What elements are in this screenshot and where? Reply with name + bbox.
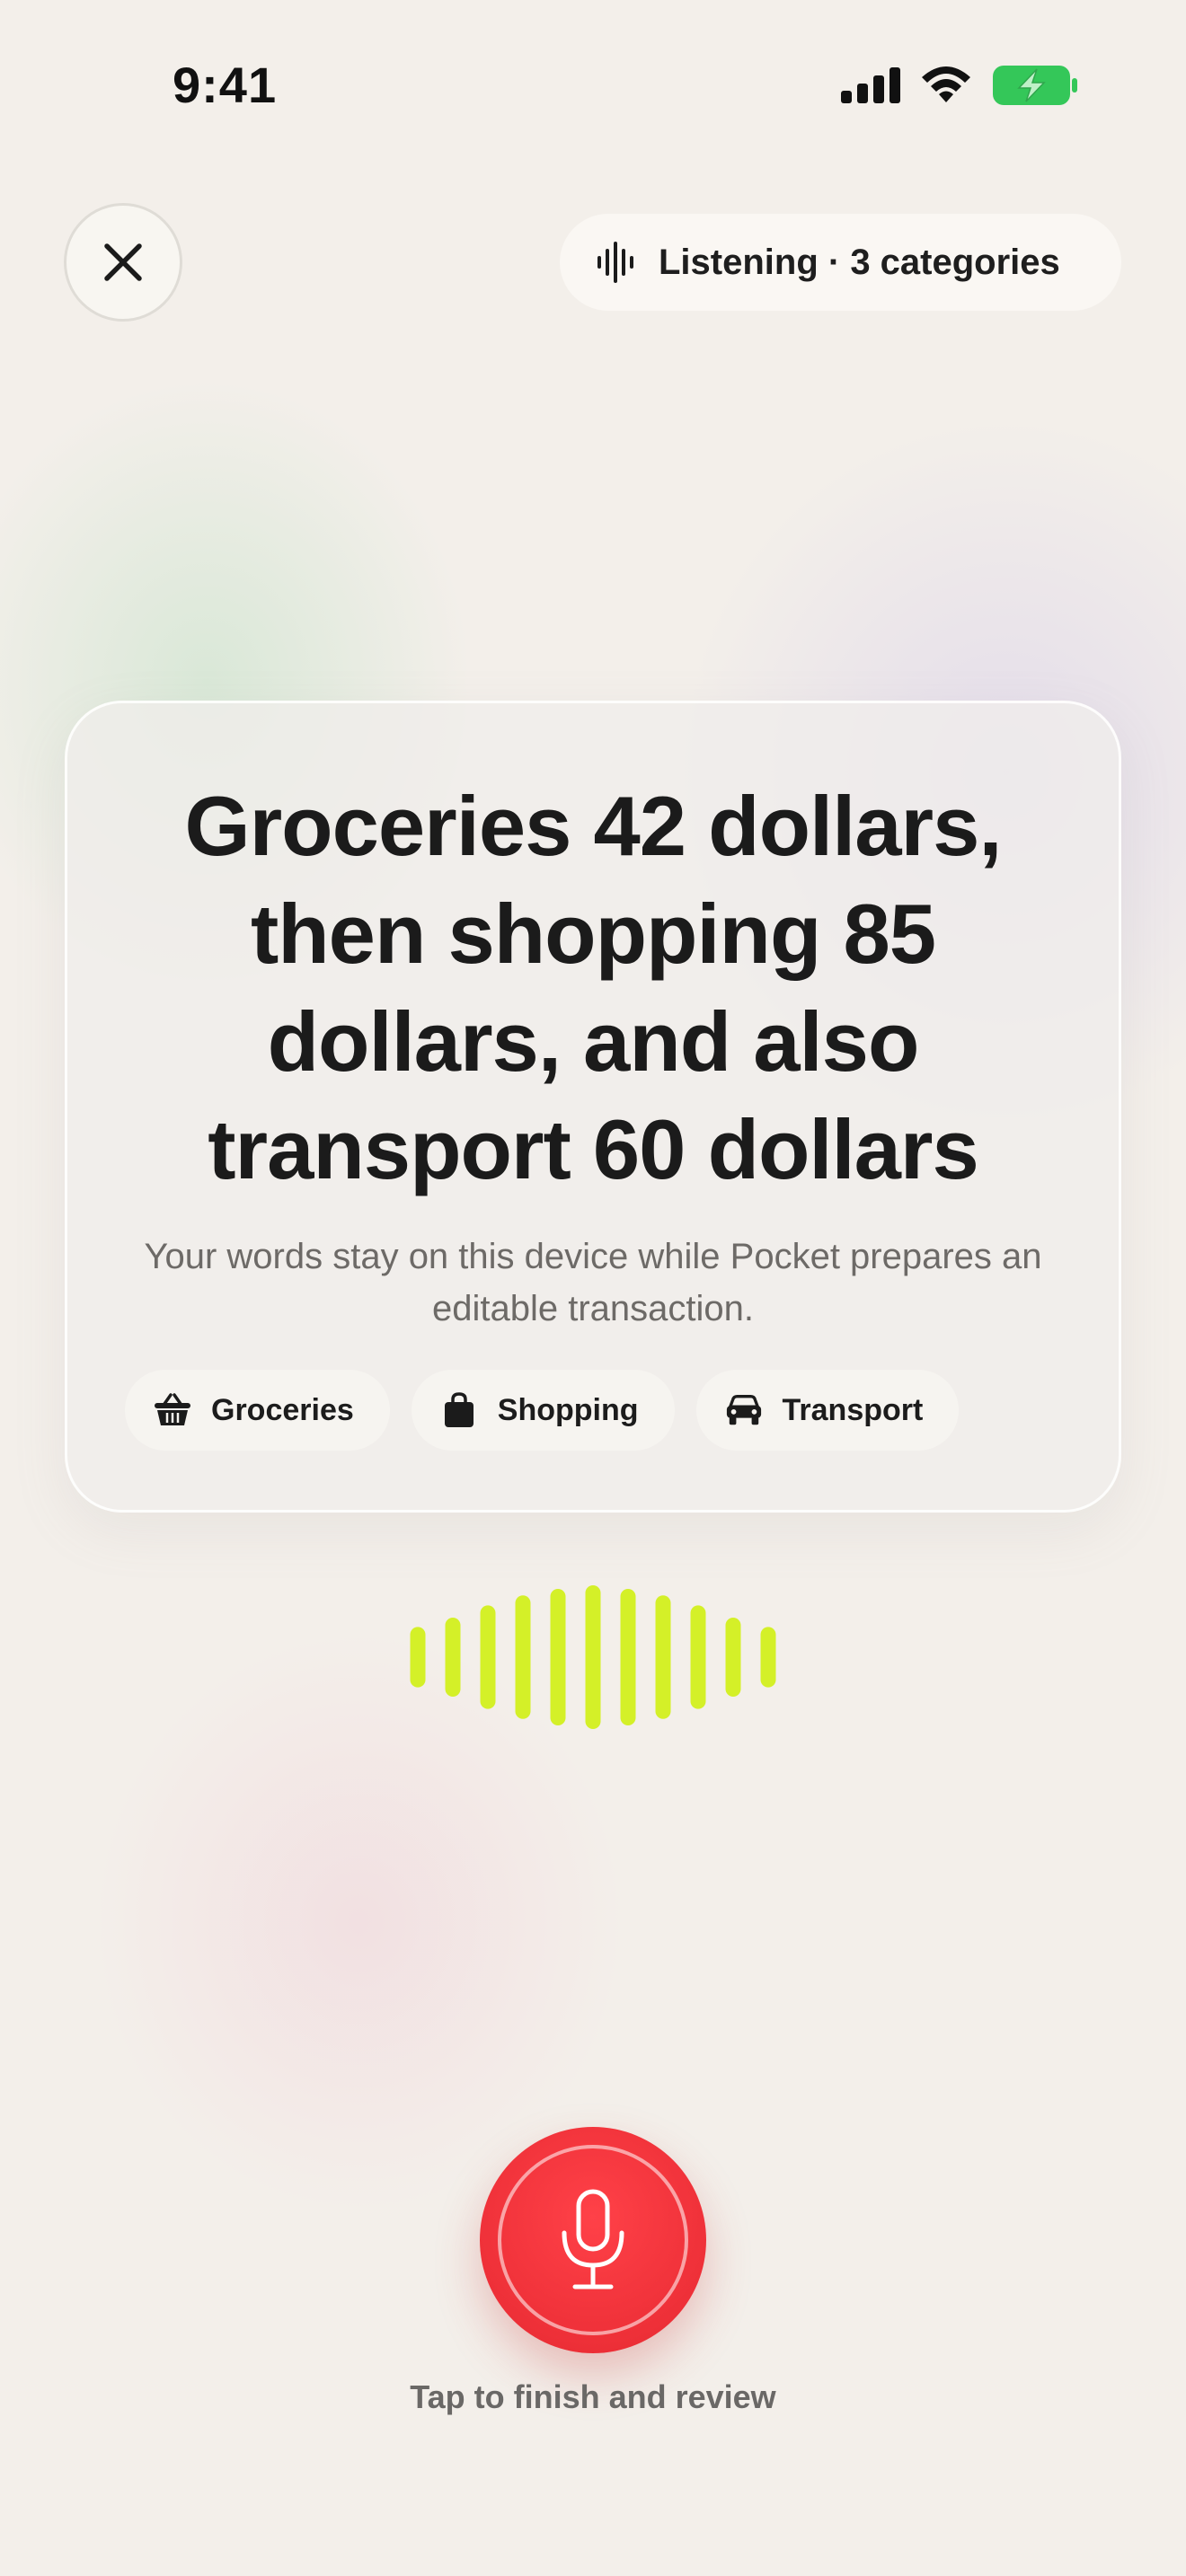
waveform-bar <box>410 1627 426 1688</box>
car-icon <box>725 1391 763 1429</box>
waveform-bar <box>445 1618 461 1697</box>
waveform-bar <box>515 1595 531 1719</box>
waveform-bar <box>690 1605 706 1709</box>
close-icon <box>104 243 142 281</box>
waveform-bar <box>725 1618 741 1697</box>
category-chip-transport[interactable]: Transport <box>695 1370 960 1451</box>
record-button[interactable] <box>480 2127 706 2353</box>
battery-charging-icon <box>993 66 1077 105</box>
record-button-ring <box>498 2145 688 2335</box>
waveform-bar <box>620 1589 636 1725</box>
waveform-bar <box>480 1605 496 1709</box>
cellular-signal-icon <box>841 67 900 103</box>
record-hint: Tap to finish and review <box>410 2378 776 2415</box>
transcript-card: Groceries 42 dollars, then shopping 85 d… <box>65 701 1121 1513</box>
waveform-bar <box>760 1627 776 1688</box>
category-chips: Groceries Shopping Transport <box>125 1370 960 1451</box>
waveform-bar <box>655 1595 671 1719</box>
listening-status-label: Listening · 3 categories <box>659 242 1060 282</box>
category-chip-label: Shopping <box>497 1392 639 1427</box>
category-chip-groceries[interactable]: Groceries <box>125 1370 390 1451</box>
transcript-text: Groceries 42 dollars, then shopping 85 d… <box>184 779 1002 1196</box>
status-time: 9:41 <box>173 57 278 113</box>
privacy-note: Your words stay on this device while Poc… <box>144 1237 1042 1328</box>
category-chip-label: Groceries <box>211 1392 354 1427</box>
category-chip-shopping[interactable]: Shopping <box>411 1370 675 1451</box>
category-chip-label: Transport <box>782 1392 924 1427</box>
status-icons <box>841 65 1078 106</box>
close-button[interactable] <box>64 203 182 322</box>
listening-status-pill: Listening · 3 categories <box>560 214 1121 311</box>
waveform-icon <box>597 242 633 283</box>
waveform-bar <box>585 1585 601 1729</box>
voice-waveform <box>410 1585 776 1729</box>
shopping-bag-icon <box>440 1391 478 1429</box>
basket-icon <box>154 1391 191 1429</box>
waveform-bar <box>550 1589 566 1725</box>
wifi-icon <box>922 66 970 102</box>
